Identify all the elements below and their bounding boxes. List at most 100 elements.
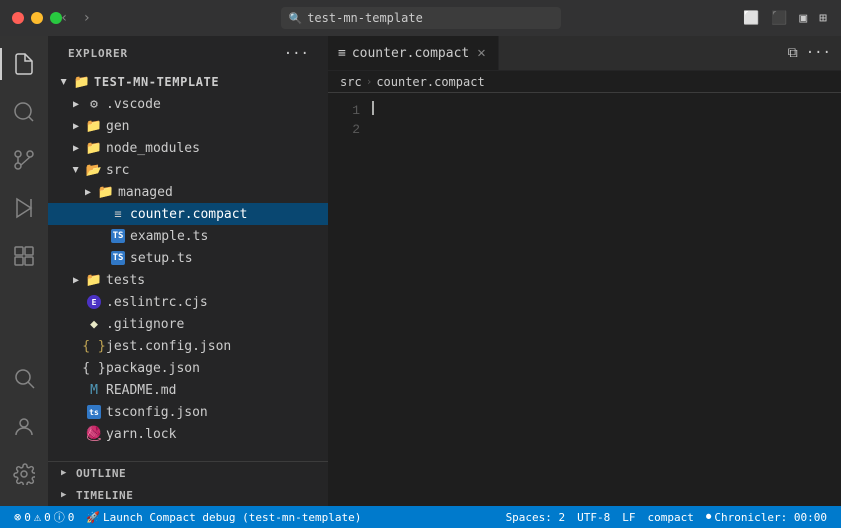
managed-arrow: ▶	[80, 184, 96, 200]
search-text: test-mn-template	[307, 11, 423, 25]
tree-item-example-ts[interactable]: ▶ TS example.ts	[48, 225, 328, 247]
section-outline-label: OUTLINE	[76, 467, 126, 480]
tree-root[interactable]: ▶ 📁 TEST-MN-TEMPLATE	[48, 71, 328, 93]
tree-item-managed[interactable]: ▶ 📁 managed	[48, 181, 328, 203]
gitignore-icon: ◆	[86, 316, 102, 332]
code-area[interactable]	[368, 93, 827, 506]
node-modules-label: node_modules	[106, 141, 200, 156]
src-icon: 📂	[86, 162, 102, 178]
tree-item-setup-ts[interactable]: ▶ TS setup.ts	[48, 247, 328, 269]
tsconfig-icon: ts	[86, 404, 102, 420]
code-line-1	[372, 101, 827, 115]
window-close-button[interactable]	[12, 12, 24, 24]
example-ts-label: example.ts	[130, 229, 208, 244]
more-actions-button[interactable]: ···	[804, 43, 833, 63]
status-errors[interactable]: ⊗ 0 ⚠ 0 ⓘ 0	[8, 506, 80, 528]
tree-item-counter-compact[interactable]: ▶ ≡ counter.compact	[48, 203, 328, 225]
activity-item-search-bottom[interactable]	[0, 354, 48, 402]
readme-icon: M	[86, 382, 102, 398]
gen-arrow: ▶	[68, 118, 84, 134]
status-encoding[interactable]: UTF-8	[571, 506, 616, 528]
node-modules-icon: 📁	[86, 140, 102, 156]
tab-counter-compact[interactable]: ≡ counter.compact ✕	[328, 36, 499, 70]
vscode-icon: ⚙	[86, 96, 102, 112]
main-area: Explorer ··· ▶ 📁 TEST-MN-TEMPLATE ▶ ⚙ .v…	[0, 36, 841, 506]
root-folder-label: TEST-MN-TEMPLATE	[94, 75, 219, 89]
window-minimize-button[interactable]	[31, 12, 43, 24]
warning-count: 0	[44, 511, 51, 524]
counter-compact-label: counter.compact	[130, 207, 247, 222]
editor-area: ≡ counter.compact ✕ ⧉ ··· src › counter.…	[328, 36, 841, 506]
split-editor-button[interactable]: ⧉	[786, 43, 800, 63]
tab-bar: ≡ counter.compact ✕ ⧉ ···	[328, 36, 841, 71]
managed-icon: 📁	[98, 184, 114, 200]
search-icon: 🔍	[289, 12, 303, 25]
status-git-branch[interactable]: 🚀 Launch Compact debug (test-mn-template…	[80, 506, 367, 528]
section-outline[interactable]: ▶ OUTLINE	[48, 462, 328, 484]
tests-icon: 📁	[86, 272, 102, 288]
tree-item-package-json[interactable]: ▶ { } package.json	[48, 357, 328, 379]
forward-button[interactable]: ›	[78, 8, 94, 28]
tree-item-tsconfig[interactable]: ▶ ts tsconfig.json	[48, 401, 328, 423]
node-modules-arrow: ▶	[68, 140, 84, 156]
section-timeline[interactable]: ▶ TIMELINE	[48, 484, 328, 506]
sidebar: Explorer ··· ▶ 📁 TEST-MN-TEMPLATE ▶ ⚙ .v…	[48, 36, 328, 506]
sidebar-more-actions[interactable]: ···	[281, 44, 312, 64]
tree-item-gen[interactable]: ▶ 📁 gen	[48, 115, 328, 137]
toggle-primary-sidebar-button[interactable]: ⬜	[741, 9, 761, 28]
warning-icon: ⚠	[34, 510, 41, 524]
src-arrow: ▶	[68, 162, 84, 178]
tab-icon: ≡	[338, 46, 346, 61]
status-line-ending[interactable]: LF	[616, 506, 641, 528]
activity-item-explorer[interactable]	[0, 40, 48, 88]
sidebar-title: Explorer	[68, 47, 128, 60]
activity-item-source-control[interactable]	[0, 136, 48, 184]
breadcrumb-src[interactable]: src	[340, 75, 362, 89]
editor-content[interactable]: 1 2	[328, 93, 841, 506]
tree-item-vscode[interactable]: ▶ ⚙ .vscode	[48, 93, 328, 115]
breadcrumb-counter-compact[interactable]: counter.compact	[376, 75, 484, 89]
error-count: 0	[24, 511, 31, 524]
tab-close-button[interactable]: ✕	[475, 44, 487, 62]
tree-item-tests[interactable]: ▶ 📁 tests	[48, 269, 328, 291]
activity-item-extensions[interactable]	[0, 232, 48, 280]
activity-bar	[0, 36, 48, 506]
toggle-secondary-sidebar-button[interactable]: ▣	[797, 9, 809, 28]
tree-item-jest-config[interactable]: ▶ { } jest.config.json	[48, 335, 328, 357]
activity-item-settings[interactable]	[0, 450, 48, 498]
title-bar: ‹ › 🔍 test-mn-template ⬜ ⬛ ▣ ⊞	[0, 0, 841, 36]
tree-item-yarn-lock[interactable]: ▶ 🧶 yarn.lock	[48, 423, 328, 445]
activity-item-account[interactable]	[0, 402, 48, 450]
status-language[interactable]: compact	[642, 506, 700, 528]
tree-item-gitignore[interactable]: ▶ ◆ .gitignore	[48, 313, 328, 335]
sidebar-actions: ···	[281, 44, 312, 64]
tree-item-readme[interactable]: ▶ M README.md	[48, 379, 328, 401]
readme-label: README.md	[106, 383, 176, 398]
back-button[interactable]: ‹	[56, 8, 72, 28]
search-bar[interactable]: 🔍 test-mn-template	[281, 7, 561, 29]
record-icon: ⏺	[706, 510, 712, 524]
line-numbers: 1 2	[328, 93, 368, 506]
editor-scrollbar[interactable]	[827, 93, 841, 506]
tests-arrow: ▶	[68, 272, 84, 288]
tree-item-eslintrc[interactable]: ▶ E .eslintrc.cjs	[48, 291, 328, 313]
status-chronicle[interactable]: ⏺ Chronicler: 00:00	[700, 506, 833, 528]
customize-layout-button[interactable]: ⊞	[817, 9, 829, 28]
tree-item-src[interactable]: ▶ 📂 src	[48, 159, 328, 181]
window-controls	[12, 12, 62, 24]
activity-item-run[interactable]	[0, 184, 48, 232]
tree-item-node-modules[interactable]: ▶ 📁 node_modules	[48, 137, 328, 159]
root-folder-icon: 📁	[74, 74, 90, 90]
example-ts-icon: TS	[110, 228, 126, 244]
gen-icon: 📁	[86, 118, 102, 134]
activity-item-search[interactable]	[0, 88, 48, 136]
src-label: src	[106, 163, 129, 178]
status-spaces[interactable]: Spaces: 2	[500, 506, 572, 528]
breadcrumb-sep-1: ›	[366, 75, 373, 88]
activity-bottom	[0, 354, 48, 506]
toggle-panel-button[interactable]: ⬛	[769, 9, 789, 28]
vscode-arrow: ▶	[68, 96, 84, 112]
vscode-label: .vscode	[106, 97, 161, 112]
package-json-label: package.json	[106, 361, 200, 376]
package-json-icon: { }	[86, 360, 102, 376]
